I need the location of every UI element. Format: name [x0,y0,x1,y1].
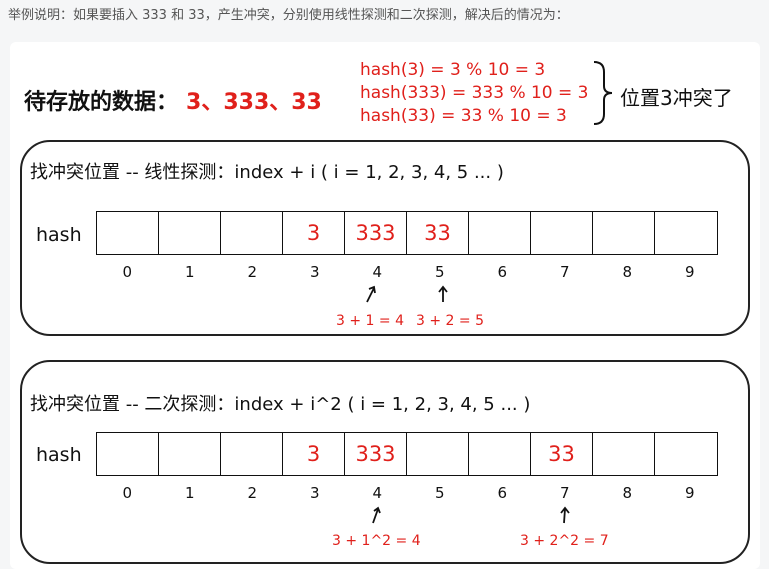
linear-hash-table: 3 333 33 [96,211,718,255]
quadratic-slot-9 [655,433,717,475]
linear-slot-6 [469,212,531,254]
arrow-up-icon [366,285,376,303]
linear-index-4: 4 [372,263,383,281]
quadratic-index-0: 0 [122,484,133,502]
quadratic-hash-label: hash [36,444,82,466]
quadratic-index-1: 1 [184,484,195,502]
arrow-up-icon [372,506,381,524]
quadratic-hash-table: 3 333 33 [96,432,718,476]
data-values: 3、333、33 [186,90,322,115]
quadratic-index-8: 8 [622,484,633,502]
linear-slot-4: 333 [345,212,407,254]
quadratic-index-5: 5 [434,484,445,502]
linear-slot-0 [97,212,159,254]
quadratic-index-7: 7 [559,484,570,502]
quadratic-title: 找冲突位置 -- 二次探测：index + i^2 ( i = 1, 2, 3,… [30,394,531,415]
linear-slot-5: 33 [407,212,469,254]
linear-slot-9 [655,212,717,254]
quadratic-slot-2 [221,433,283,475]
quadratic-slot-1 [159,433,221,475]
hash-line-3: hash(33) = 33 % 10 = 3 [360,106,567,126]
linear-slot-2 [221,212,283,254]
linear-slot-7 [531,212,593,254]
quadratic-slot-7: 33 [531,433,593,475]
quadratic-calc-2: 3 + 2^2 = 7 [520,533,609,549]
hash-line-1: hash(3) = 3 % 10 = 3 [360,60,546,80]
quadratic-slot-6 [469,433,531,475]
hash-line-2: hash(333) = 333 % 10 = 3 [360,83,589,103]
arrow-up-icon [438,285,448,302]
quadratic-index-9: 9 [684,484,695,502]
quadratic-index-row: 0 1 2 3 4 5 6 7 8 9 [96,484,721,502]
linear-index-3: 3 [309,263,320,281]
arrow-up-icon [560,506,570,524]
figure-card: 待存放的数据： 3、333、33 hash(3) = 3 % 10 = 3 has… [10,42,760,569]
linear-index-9: 9 [684,263,695,281]
caption-text: 举例说明：如果要插入 333 和 33，产生冲突，分别使用线性探测和二次探测，解… [8,8,569,23]
linear-index-2: 2 [247,263,258,281]
linear-index-row: 0 1 2 3 4 5 6 7 8 9 [96,263,721,281]
linear-calc-2: 3 + 2 = 5 [416,313,484,329]
linear-index-7: 7 [559,263,570,281]
linear-index-5: 5 [434,263,445,281]
quadratic-slot-3: 3 [283,433,345,475]
linear-slot-8 [593,212,655,254]
quadratic-index-6: 6 [497,484,508,502]
quadratic-slot-0 [97,433,159,475]
linear-title: 找冲突位置 -- 线性探测：index + i ( i = 1, 2, 3, 4… [30,162,504,183]
linear-slot-3: 3 [283,212,345,254]
quadratic-slot-4: 333 [345,433,407,475]
quadratic-index-2: 2 [247,484,258,502]
linear-index-6: 6 [497,263,508,281]
linear-index-8: 8 [622,263,633,281]
quadratic-slot-5 [407,433,469,475]
linear-index-0: 0 [122,263,133,281]
quadratic-index-3: 3 [309,484,320,502]
data-label-text: 待存放的数据： [24,90,179,115]
quadratic-slot-8 [593,433,655,475]
linear-hash-label: hash [36,224,82,246]
quadratic-index-4: 4 [372,484,383,502]
conflict-note: 位置3冲突了 [620,86,733,110]
curly-brace-icon [593,61,613,125]
linear-index-1: 1 [184,263,195,281]
data-label: 待存放的数据： 3、333、33 [24,84,322,116]
linear-slot-1 [159,212,221,254]
linear-calc-1: 3 + 1 = 4 [336,313,404,329]
quadratic-calc-1: 3 + 1^2 = 4 [332,533,421,549]
